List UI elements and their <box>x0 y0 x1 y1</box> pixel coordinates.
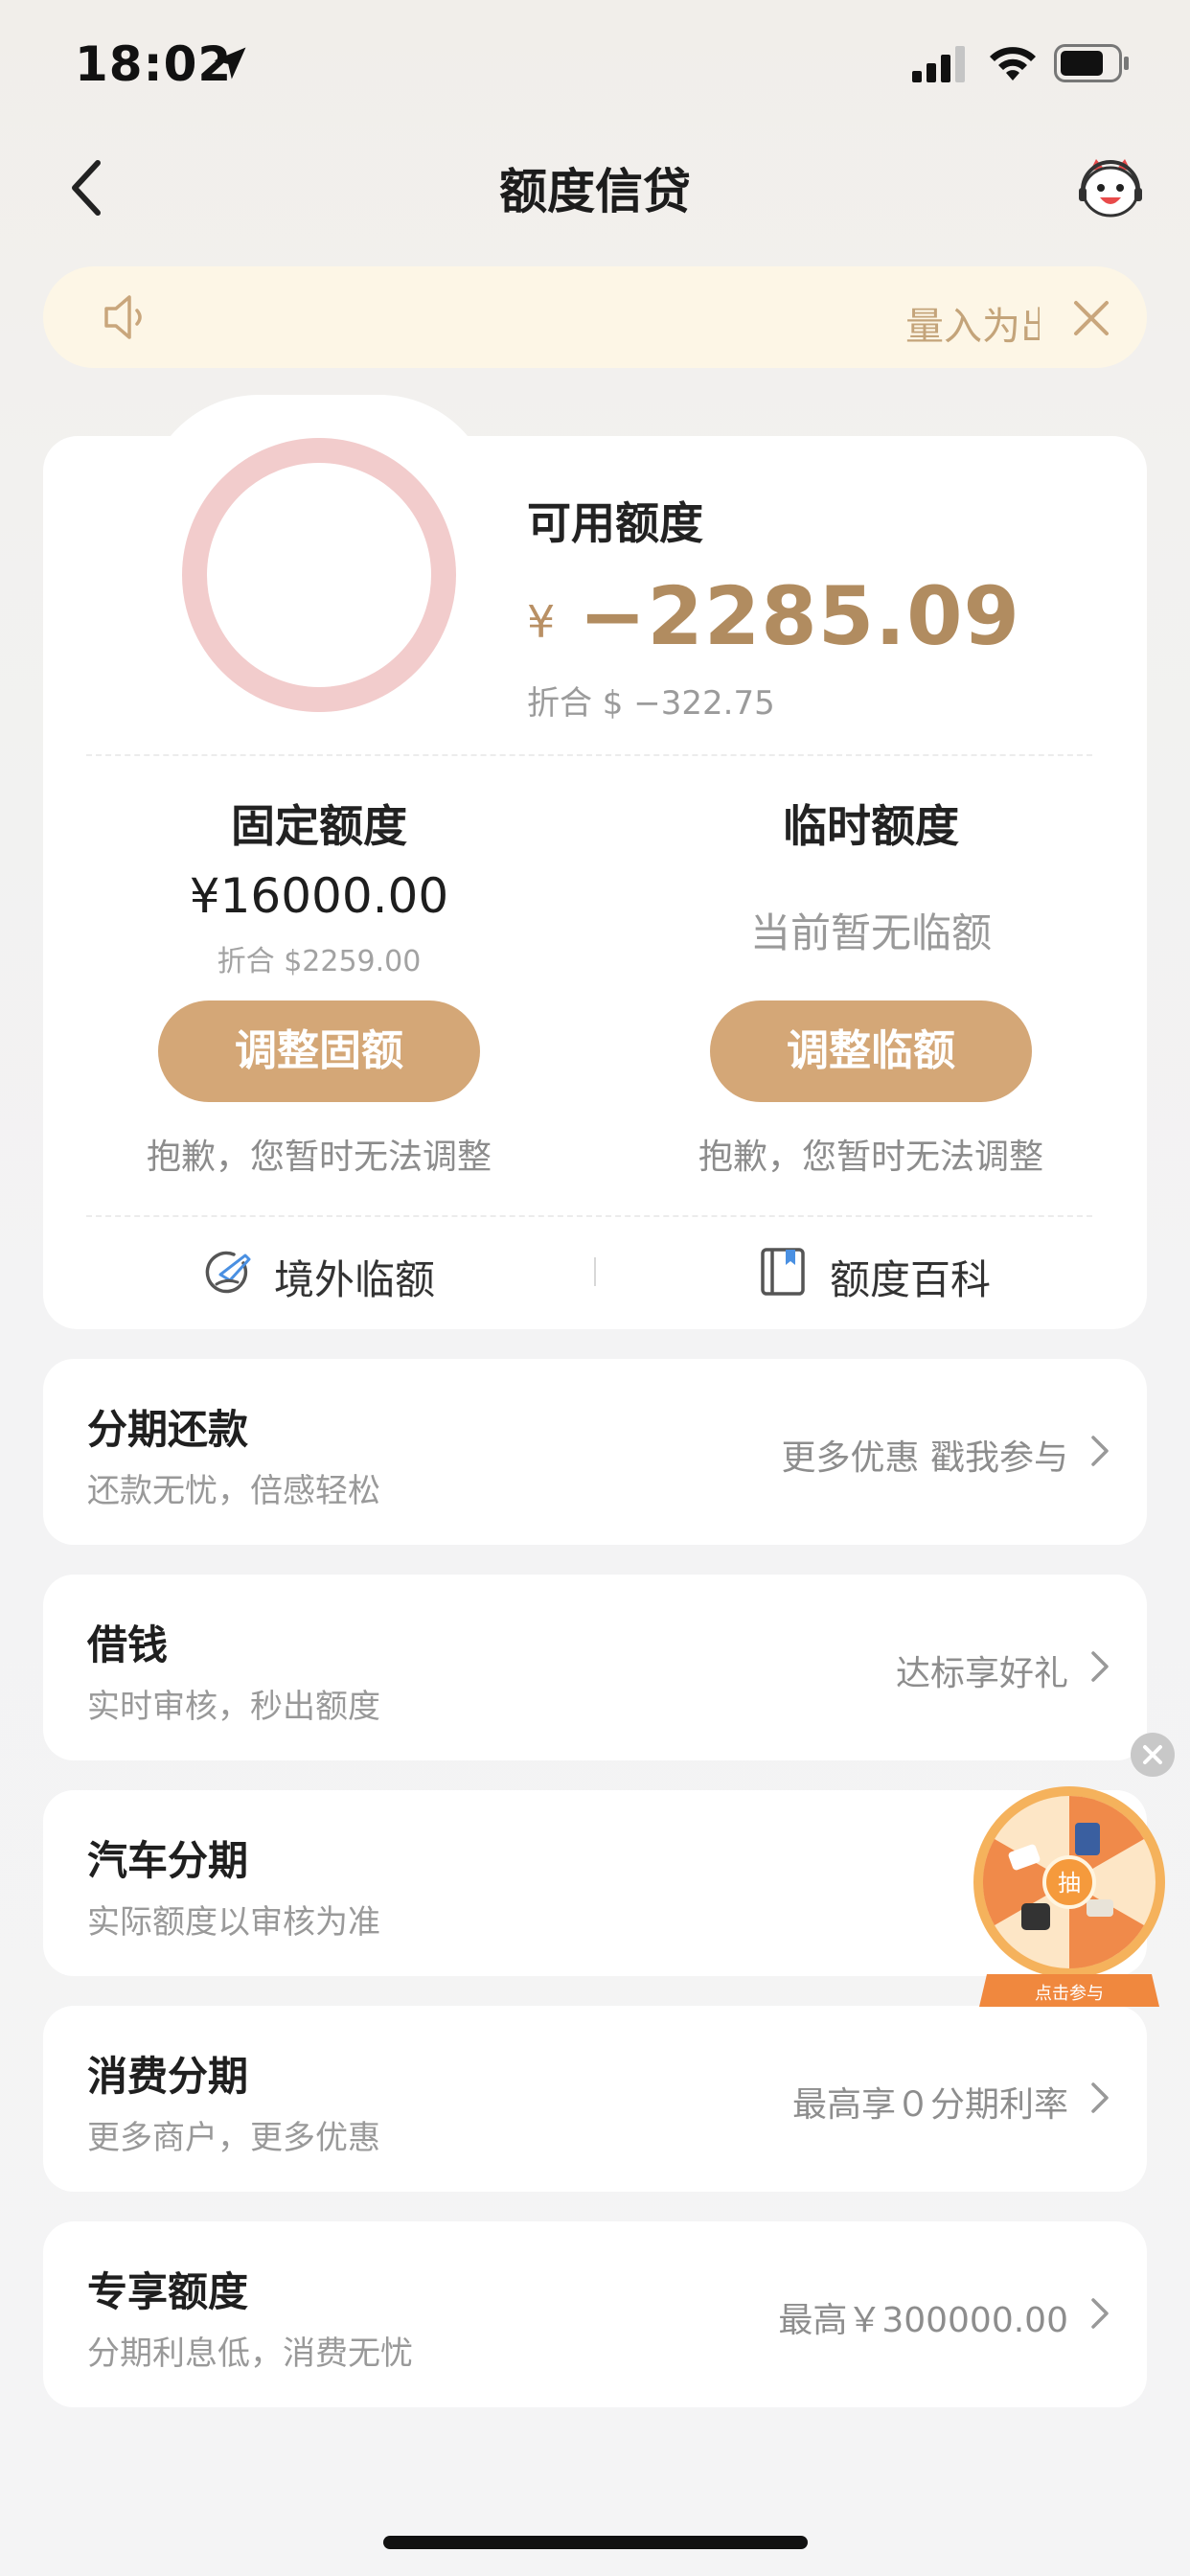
fixed-limit-usd: 折合 $2259.00 <box>217 945 422 978</box>
chevron-right-icon <box>1091 2298 1109 2329</box>
list-item-promo: 最高￥300000.00 <box>778 2301 1068 2340</box>
temp-limit-empty-text: 当前暂无临额 <box>749 909 992 956</box>
list-item-promo: 更多优惠 戳我参与 <box>781 1438 1068 1478</box>
fixed-limit-title: 固定额度 <box>231 800 407 852</box>
chevron-right-icon <box>1091 2082 1109 2113</box>
list-item-subtitle: 分期利息低，消费无忧 <box>87 2334 413 2373</box>
available-limit-label: 可用额度 <box>527 497 703 549</box>
limit-wiki-label: 额度百科 <box>830 1256 992 1303</box>
list-item-title: 消费分期 <box>87 2053 249 2100</box>
list-item-title: 分期还款 <box>87 1406 249 1453</box>
fixed-limit-amount: ¥16000.00 <box>189 868 449 924</box>
battery-icon <box>1054 44 1129 82</box>
wheel-center-label: 抽 <box>1058 1870 1081 1897</box>
available-limit-amount: −2285.09 <box>579 569 1020 663</box>
divider <box>86 754 1092 756</box>
list-item-subtitle: 更多商户，更多优惠 <box>87 2119 380 2157</box>
divider <box>86 1215 1092 1217</box>
chevron-right-icon <box>1091 1651 1109 1682</box>
customer-service-mascot-icon[interactable] <box>1077 157 1144 218</box>
cellular-signal-icon <box>912 46 965 82</box>
lottery-wheel-widget[interactable]: 抽 点击参与 <box>968 1781 1171 2011</box>
temp-limit-title: 临时额度 <box>783 800 959 852</box>
list-item-consumer-installment[interactable]: 消费分期 更多商户，更多优惠 最高享０分期利率 <box>43 2006 1147 2192</box>
list-item-promo: 最高享０分期利率 <box>791 2085 1068 2125</box>
fixed-adjust-note: 抱歉，您暂时无法调整 <box>146 1138 492 1177</box>
list-item-exclusive-limit[interactable]: 专享额度 分期利息低，消费无忧 最高￥300000.00 <box>43 2221 1147 2407</box>
location-arrow-icon <box>214 47 246 80</box>
available-limit-ring <box>182 438 456 712</box>
available-currency-symbol: ¥ <box>527 596 556 648</box>
close-icon[interactable] <box>1068 295 1114 341</box>
list-item-subtitle: 实际额度以审核为准 <box>87 1903 380 1942</box>
list-item-promo: 达标享好礼 <box>895 1654 1068 1693</box>
book-icon <box>761 1248 805 1296</box>
available-limit-usd: 折合 $ −322.75 <box>527 684 775 723</box>
plane-globe-icon <box>205 1251 251 1294</box>
overseas-temp-limit-label: 境外临额 <box>274 1256 436 1303</box>
floating-close-icon[interactable] <box>1131 1733 1175 1777</box>
wifi-icon <box>990 47 1036 80</box>
page-title: 额度信贷 <box>499 164 691 219</box>
adjust-temp-limit-button[interactable]: 调整临额 <box>710 1000 1032 1102</box>
notice-bar[interactable]: 量入为出 <box>43 266 1147 368</box>
chevron-right-icon <box>1091 1436 1109 1466</box>
wheel-caption: 点击参与 <box>1035 1984 1104 2004</box>
link-separator <box>594 1257 596 1286</box>
notice-text: 量入为出 <box>905 305 1040 349</box>
list-item-borrow[interactable]: 借钱 实时审核，秒出额度 达标享好礼 <box>43 1575 1147 1760</box>
speaker-icon <box>104 295 142 339</box>
temp-adjust-note: 抱歉，您暂时无法调整 <box>698 1138 1043 1177</box>
list-item-subtitle: 实时审核，秒出额度 <box>87 1688 380 1726</box>
list-item-subtitle: 还款无忧，倍感轻松 <box>87 1472 380 1510</box>
list-item-installment-repay[interactable]: 分期还款 还款无忧，倍感轻松 更多优惠 戳我参与 <box>43 1359 1147 1545</box>
list-item-title: 专享额度 <box>87 2268 249 2315</box>
list-item-title: 借钱 <box>87 1622 169 1668</box>
adjust-fixed-limit-button[interactable]: 调整固额 <box>158 1000 480 1102</box>
list-item-title: 汽车分期 <box>87 1837 249 1884</box>
status-bar: 18:02 <box>0 0 1190 134</box>
home-indicator <box>383 2536 808 2549</box>
